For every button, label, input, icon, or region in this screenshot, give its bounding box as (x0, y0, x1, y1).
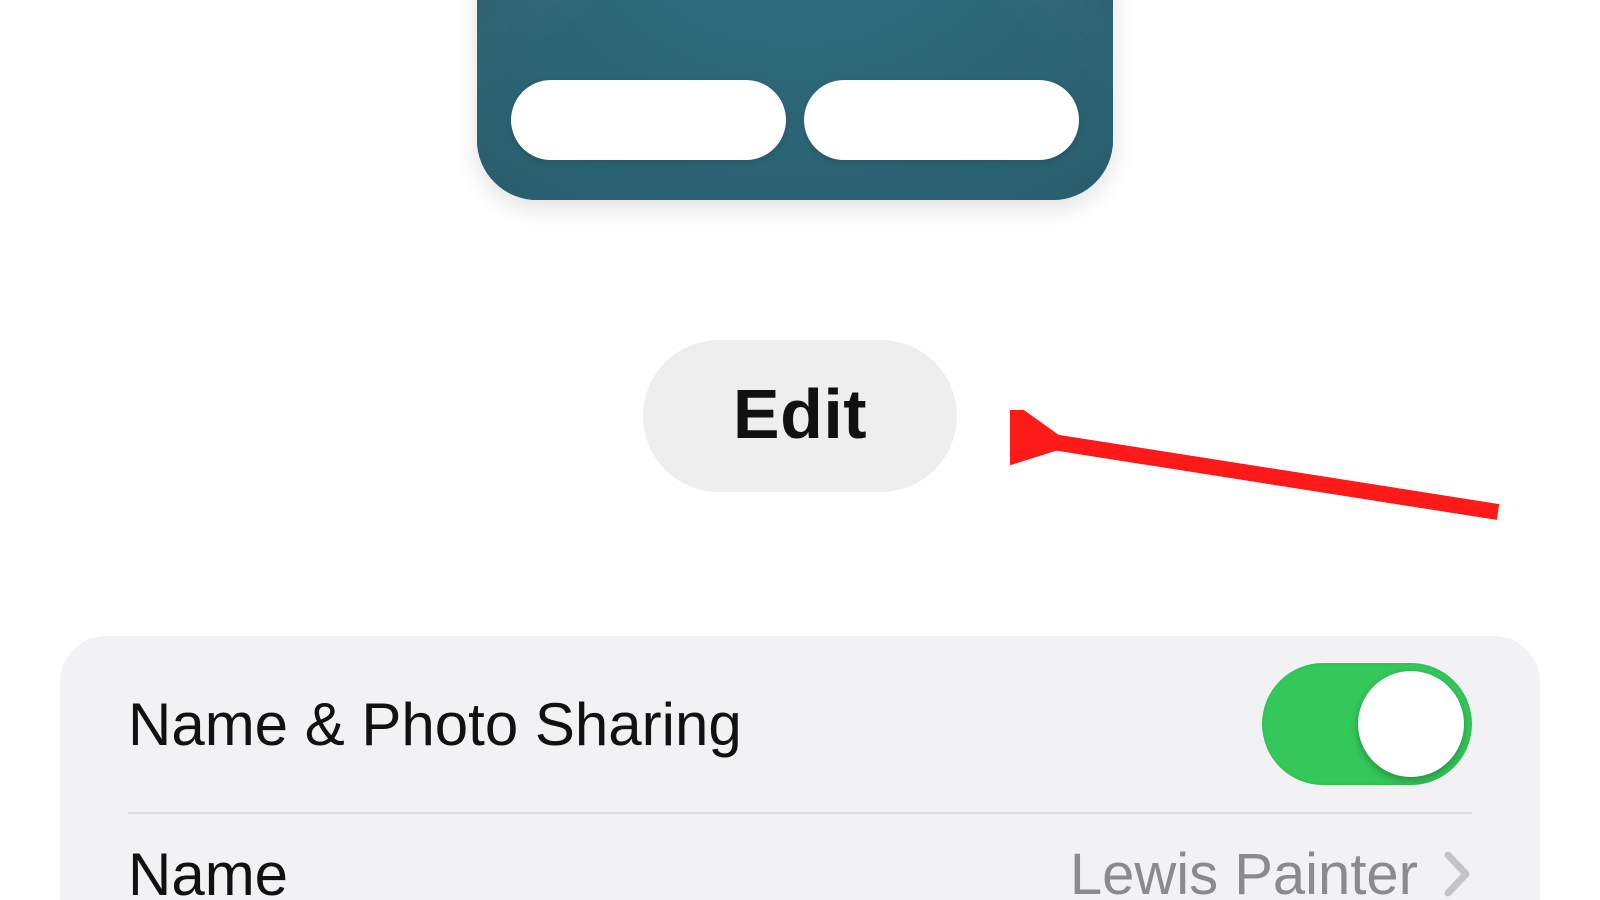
poster-name-pills (511, 80, 1079, 160)
toggle-knob (1358, 671, 1464, 777)
name-row-value-wrap: Lewis Painter (1070, 841, 1472, 900)
name-photo-sharing-label: Name & Photo Sharing (128, 690, 742, 759)
name-photo-sharing-toggle[interactable] (1262, 663, 1472, 785)
poster-last-name-pill (804, 80, 1079, 160)
poster-first-name-pill (511, 80, 786, 160)
name-row[interactable]: Name Lewis Painter (128, 814, 1472, 900)
edit-button[interactable]: Edit (643, 340, 957, 492)
chevron-right-icon (1442, 849, 1472, 899)
contact-poster-card[interactable] (477, 0, 1113, 200)
settings-group: Name & Photo Sharing Name Lewis Painter (60, 636, 1540, 900)
name-photo-sharing-row[interactable]: Name & Photo Sharing (128, 636, 1472, 814)
name-row-value: Lewis Painter (1070, 841, 1418, 900)
annotation-arrow-icon (1010, 410, 1510, 530)
name-row-label: Name (128, 840, 288, 900)
